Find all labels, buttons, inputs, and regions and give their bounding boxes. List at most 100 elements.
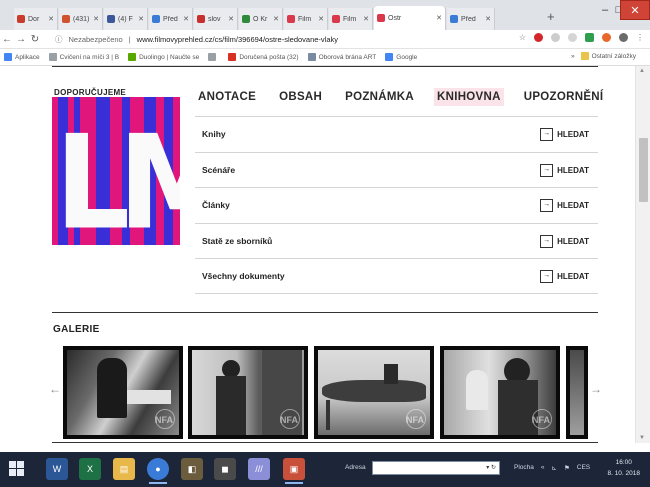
gallery-photo[interactable]: NFA [63, 346, 183, 439]
close-tab-icon[interactable]: ✕ [183, 15, 189, 23]
user-avatar[interactable] [619, 33, 628, 42]
info-icon[interactable]: ⓘ [55, 34, 63, 45]
address-bar[interactable]: ⓘ Nezabezpečeno | www.filmovyprehled.cz/… [55, 33, 455, 46]
app-icon[interactable]: ▣ [283, 458, 305, 484]
close-tab-icon[interactable]: ✕ [485, 15, 491, 23]
close-tab-icon[interactable]: ✕ [436, 14, 442, 22]
row-label: Články [202, 200, 230, 211]
app-icon[interactable]: /// [248, 458, 270, 480]
recommended-film-poster[interactable]: LM [52, 97, 180, 245]
network-icon[interactable]: ⊾ [552, 464, 557, 472]
flag-icon[interactable]: ⚑ [564, 464, 570, 472]
browser-tab[interactable]: (4) F ✕ [104, 8, 148, 30]
tab-knihovna[interactable]: KNIHOVNA [433, 88, 504, 106]
row-label: Statě ze sborníků [202, 235, 273, 246]
close-tab-icon[interactable]: ✕ [318, 15, 324, 23]
gallery-next-arrow-icon[interactable]: → [590, 382, 602, 396]
scrollbar-thumb[interactable] [639, 138, 648, 202]
extension-icon[interactable] [551, 33, 560, 42]
bookmark-item[interactable]: Oborová brána ART [307, 53, 376, 61]
sheets-extension-icon[interactable] [585, 33, 594, 42]
page-scrollbar[interactable]: ▲ ▼ [635, 66, 650, 443]
close-tab-icon[interactable]: ✕ [138, 15, 144, 23]
tab-anotace[interactable]: ANOTACE [195, 88, 259, 106]
library-row-essays: Statě ze sborníků → HLEDAT [195, 222, 598, 259]
chrome-app-icon[interactable]: ● [147, 458, 169, 484]
browser-tab[interactable]: O Kr ✕ [239, 8, 283, 30]
close-tab-icon[interactable]: ✕ [363, 15, 369, 23]
film-favicon-icon [377, 14, 385, 22]
file-explorer-icon[interactable]: ▤ [113, 458, 135, 480]
bookmark-apps[interactable]: Aplikace [4, 53, 40, 61]
gallery-prev-arrow-icon[interactable]: ← [49, 382, 61, 396]
gallery-photo[interactable] [566, 346, 588, 439]
divider [52, 312, 598, 313]
excel-app-icon[interactable]: X [79, 458, 101, 480]
close-tab-icon[interactable]: ✕ [48, 15, 54, 23]
bookmark-item[interactable]: Doručená pošta (32) [228, 53, 299, 61]
app-icon[interactable]: ◧ [181, 458, 203, 480]
start-button[interactable] [9, 461, 25, 477]
youtube-favicon-icon [62, 15, 70, 23]
browser-tab[interactable]: Film ✕ [329, 8, 373, 30]
gallery-photo[interactable]: NFA [440, 346, 560, 439]
tab-title: O Kr [253, 15, 268, 23]
search-button[interactable]: → HLEDAT [540, 199, 589, 212]
clock[interactable]: 16:00 8. 10. 2018 [607, 457, 640, 479]
browser-tab-active[interactable]: Ostr ✕ [374, 6, 446, 30]
other-bookmarks-button[interactable]: Ostatní záložky [580, 52, 636, 60]
nfa-watermark: NFA [155, 415, 173, 425]
tray-chevron-icon[interactable]: « [541, 464, 545, 472]
new-tab-button[interactable]: + [547, 9, 555, 24]
arrow-box-icon: → [540, 163, 554, 177]
bookmark-item[interactable]: Google [385, 53, 417, 61]
browser-tab[interactable]: Dor ✕ [14, 8, 58, 30]
bookmarks-bar: Aplikace Cvičení na míči 3 | B Duolingo … [0, 49, 650, 66]
back-arrow-icon[interactable]: ← [0, 34, 14, 45]
forward-arrow-icon[interactable]: → [14, 34, 28, 45]
reload-icon[interactable]: ↻ [28, 34, 42, 45]
menu-dots-icon[interactable]: ⋮ [636, 33, 644, 42]
word-app-icon[interactable]: W [46, 458, 68, 480]
tab-upozorneni[interactable]: UPOZORNĚNÍ [521, 88, 607, 106]
gallery-photo[interactable]: NFA [314, 346, 434, 439]
window-close-button[interactable]: ✕ [620, 0, 650, 20]
search-button[interactable]: → HLEDAT [540, 128, 589, 141]
scroll-down-icon[interactable]: ▼ [639, 435, 645, 441]
search-button[interactable]: → HLEDAT [540, 234, 589, 248]
browser-tab[interactable]: (431) ✕ [59, 8, 103, 30]
browser-tab[interactable]: Film ✕ [284, 8, 328, 30]
pinterest-extension-icon[interactable] [534, 33, 543, 42]
gmail-icon [228, 53, 237, 61]
browser-tab[interactable]: slov ✕ [194, 8, 238, 30]
folder-icon [580, 52, 589, 60]
close-tab-icon[interactable]: ✕ [228, 15, 234, 23]
browser-tab[interactable]: Před ✕ [447, 8, 495, 30]
more-bookmarks-button[interactable]: » [571, 53, 575, 60]
gallery-photo[interactable]: NFA [188, 346, 308, 439]
scroll-up-icon[interactable]: ▲ [639, 68, 645, 74]
desktop-label[interactable]: Plocha [514, 464, 534, 472]
language-indicator[interactable]: CES [577, 464, 590, 472]
search-button[interactable]: → HLEDAT [540, 270, 589, 283]
tab-obsah[interactable]: OBSAH [276, 88, 325, 106]
clock-time: 16:00 [615, 459, 632, 466]
extension-icon[interactable] [568, 33, 577, 42]
close-tab-icon[interactable]: ✕ [93, 15, 99, 23]
clock-date: 8. 10. 2018 [607, 470, 640, 477]
url-text[interactable]: www.filmovyprehled.cz/cs/film/396694/ost… [137, 35, 338, 44]
close-tab-icon[interactable]: ✕ [273, 15, 279, 23]
bookmark-item[interactable] [208, 53, 219, 61]
tab-title: Film [343, 15, 357, 23]
facebook-favicon-icon [107, 15, 115, 23]
bookmark-star-icon[interactable]: ☆ [519, 33, 526, 42]
bookmark-item[interactable]: Cvičení na míči 3 | B [48, 53, 119, 61]
extension-icon[interactable] [602, 33, 611, 42]
taskbar-address-input[interactable]: ▾ ↻ [372, 461, 500, 475]
app-icon[interactable]: ◼ [214, 458, 236, 480]
browser-tab[interactable]: Před ✕ [149, 8, 193, 30]
tab-poznamka[interactable]: POZNÁMKA [342, 88, 417, 106]
search-button[interactable]: → HLEDAT [540, 163, 589, 177]
web-page: DOPORUČUJEME LM ANOTACE OBSAH POZNÁMKA K… [0, 66, 650, 443]
bookmark-item[interactable]: Duolingo | Naučte se [128, 53, 199, 61]
